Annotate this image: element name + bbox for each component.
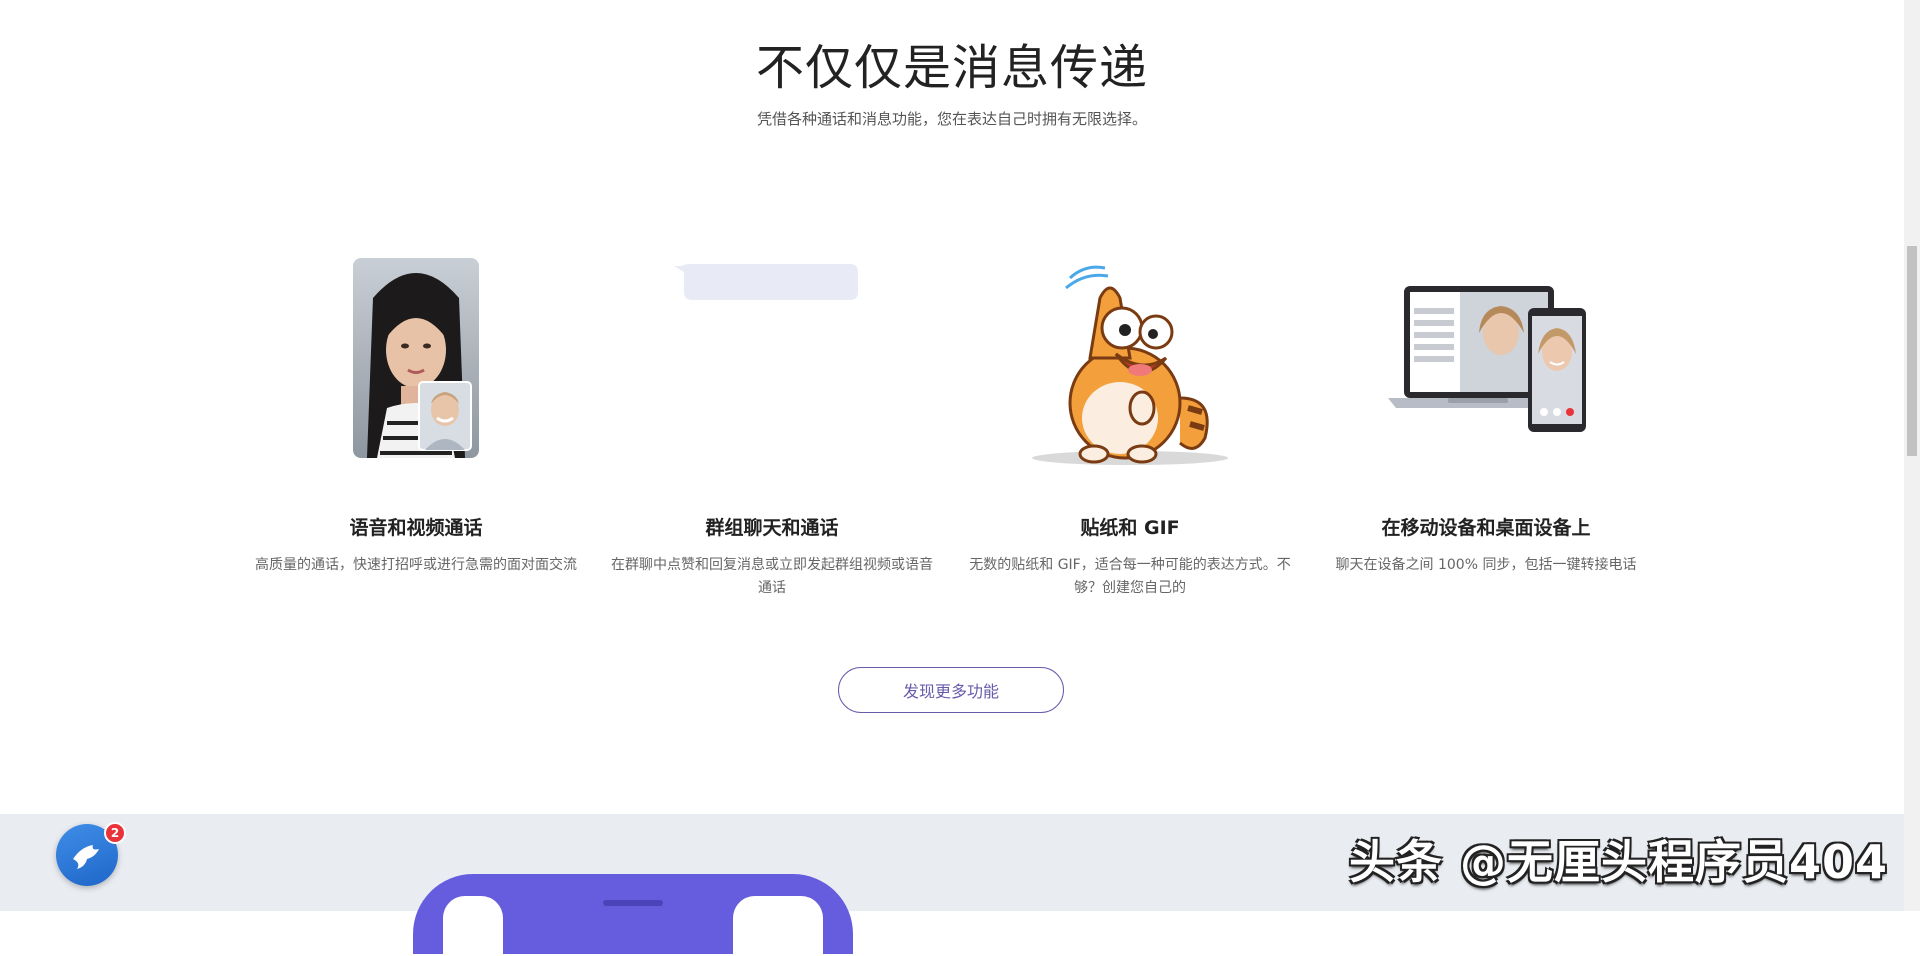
feature-description: 在群聊中点赞和回复消息或立即发起群组视频或语音通话 xyxy=(611,557,933,596)
feature-title: 群组聊天和通话 xyxy=(705,517,839,539)
feature-title: 在移动设备和桌面设备上 xyxy=(1381,517,1591,539)
feature-description: 高质量的通话，快速打招呼或进行急需的面对面交流 xyxy=(255,557,577,573)
chat-bubble-icon xyxy=(674,264,858,300)
feature-description: 无数的贴纸和 GIF，适合每一种可能的表达方式。不够？创建您自己的 xyxy=(969,557,1291,596)
feature-voice-video: 语音和视频通话 高质量的通话，快速打招呼或进行急需的面对面交流 xyxy=(246,258,586,577)
feature-title: 语音和视频通话 xyxy=(349,517,483,539)
video-call-image xyxy=(353,258,479,468)
sticker-image xyxy=(1030,258,1230,468)
feature-title: 贴纸和 GIF xyxy=(1080,517,1180,539)
group-chat-image xyxy=(672,258,872,468)
feature-mobile-desktop: 在移动设备和桌面设备上 聊天在设备之间 100% 同步，包括一键转接电话 xyxy=(1316,258,1656,577)
feature-group-chat: 群组聊天和通话 在群聊中点赞和回复消息或立即发起群组视频或语音通话 xyxy=(602,258,942,600)
section-title: 不仅仅是消息传递 xyxy=(755,40,1148,96)
section-subtitle: 凭借各种通话和消息功能，您在表达自己时拥有无限选择。 xyxy=(756,110,1147,128)
scrollbar-thumb[interactable] xyxy=(1907,246,1917,456)
notification-badge: 2 xyxy=(104,822,126,844)
feature-stickers-gif: 贴纸和 GIF 无数的贴纸和 GIF，适合每一种可能的表达方式。不够？创建您自己… xyxy=(960,258,1300,600)
discover-more-button[interactable]: 发现更多功能 xyxy=(838,667,1064,713)
vertical-scrollbar[interactable] xyxy=(1904,0,1920,911)
laptop-phone-icon xyxy=(1388,286,1586,432)
phone-illustration xyxy=(413,874,853,956)
watermark: 头条 @无厘头程序员404 xyxy=(1348,835,1888,889)
cat-sticker-icon xyxy=(1032,265,1228,465)
bird-icon xyxy=(73,845,99,869)
devices-image xyxy=(1366,258,1606,468)
feature-description: 聊天在设备之间 100% 同步，包括一键转接电话 xyxy=(1335,557,1637,573)
video-call-icon xyxy=(353,258,479,458)
